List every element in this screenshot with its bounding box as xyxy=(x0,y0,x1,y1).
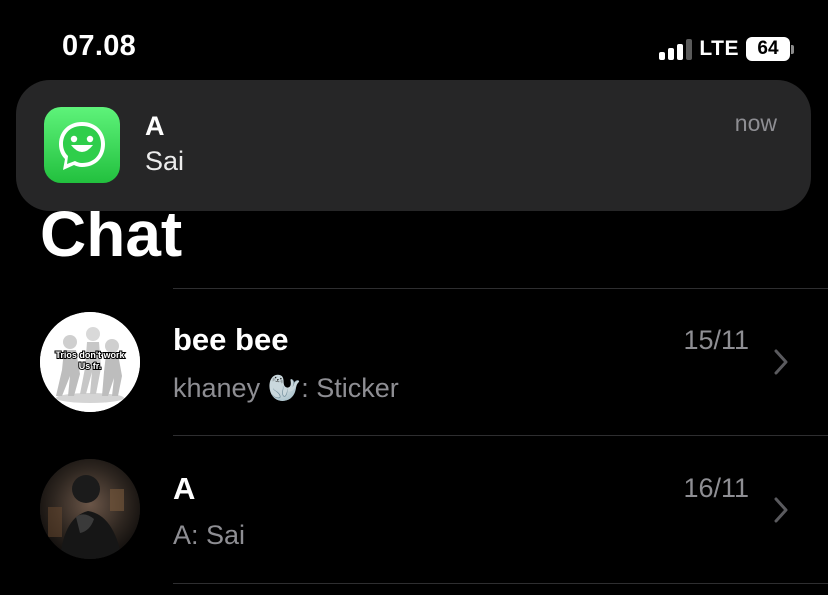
notification-message: Sai xyxy=(145,146,185,176)
chat-name: A xyxy=(173,471,196,506)
signal-icon xyxy=(659,38,693,60)
notification-time: now xyxy=(734,110,777,136)
chevron-right-icon xyxy=(774,349,788,375)
avatar-caption: Trios don't work xyxy=(55,350,125,360)
chat-preview: khaney 🦭: Sticker xyxy=(173,372,399,404)
chat-date: 16/11 xyxy=(683,473,749,503)
chat-name: bee bee xyxy=(173,322,289,357)
status-indicators: LTE 64 xyxy=(659,36,794,62)
chat-date: 15/11 xyxy=(683,325,749,355)
chat-preview-text: : Sticker xyxy=(301,373,399,403)
whatsapp-icon xyxy=(44,107,120,183)
avatar: Trios don't work Us fr. xyxy=(40,312,140,412)
list-separator xyxy=(173,583,828,584)
battery-level: 64 xyxy=(746,37,790,61)
chat-preview-sender: khaney xyxy=(173,373,268,403)
avatar xyxy=(40,459,140,559)
avatar-caption: Us fr. xyxy=(79,361,102,371)
seal-emoji: 🦭 xyxy=(267,373,302,403)
chat-preview: A: Sai xyxy=(173,520,246,550)
notification-banner[interactable]: A Sai now xyxy=(16,80,811,211)
status-time: 07.08 xyxy=(62,30,137,62)
notification-sender: A xyxy=(145,111,165,141)
network-type: LTE xyxy=(699,37,739,60)
battery-icon: 64 xyxy=(746,37,794,61)
chevron-right-icon xyxy=(774,497,788,523)
chat-row-a[interactable]: A A: Sai 16/11 xyxy=(0,436,828,582)
chat-row-bee-bee[interactable]: Trios don't work Us fr. bee bee khaney 🦭… xyxy=(0,289,828,435)
